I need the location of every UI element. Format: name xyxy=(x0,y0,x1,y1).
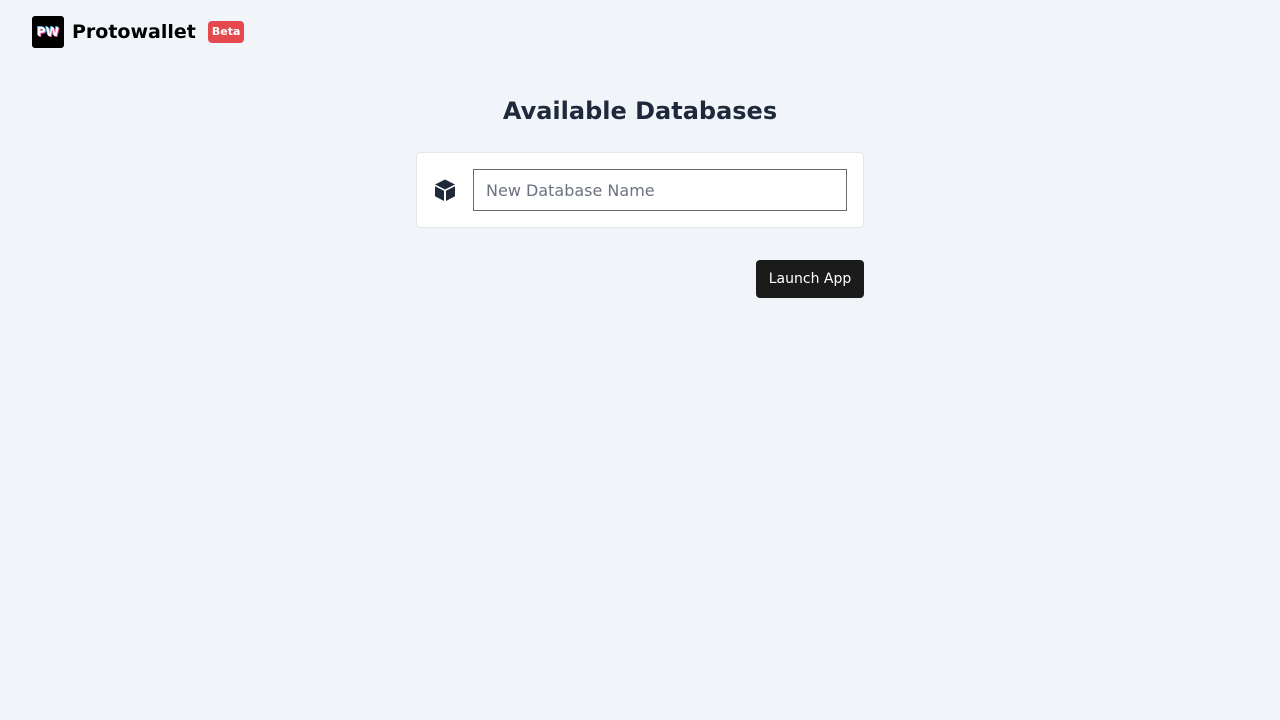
page-title: Available Databases xyxy=(0,94,1280,128)
beta-badge: Beta xyxy=(207,21,245,43)
launch-app-button[interactable]: Launch App xyxy=(756,260,864,298)
page-title-text: Available Databases xyxy=(502,97,778,125)
brand-logo[interactable]: PW xyxy=(32,16,64,48)
cube-icon xyxy=(435,179,455,201)
brand-logo-text: PW xyxy=(36,25,60,39)
new-database-card xyxy=(416,152,864,228)
brand-name[interactable]: Protowallet xyxy=(72,21,196,43)
app-header: PW Protowallet Beta xyxy=(32,16,245,48)
new-database-name-input[interactable] xyxy=(473,169,847,211)
